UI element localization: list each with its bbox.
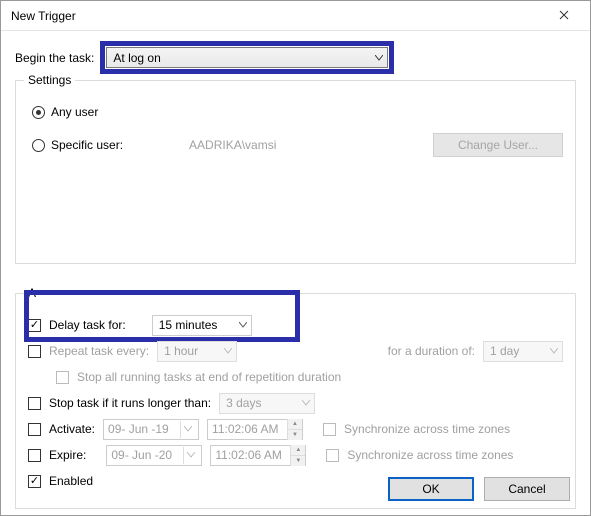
specific-user-label: Specific user: — [51, 138, 123, 152]
chevron-down-icon — [375, 55, 383, 61]
begin-task-label: Begin the task: — [15, 51, 94, 65]
delay-task-label: Delay task for: — [49, 318, 126, 332]
delay-task-dropdown[interactable]: 15 minutes — [152, 315, 252, 336]
activate-date-value: 09- Jun -19 — [108, 422, 169, 436]
new-trigger-dialog: New Trigger Begin the task: At log on Se… — [0, 0, 591, 516]
specific-user-radio[interactable] — [32, 139, 45, 152]
settings-groupbox: Settings Any user Specific user: AADRIKA… — [15, 80, 576, 264]
calendar-icon — [180, 421, 194, 438]
expire-time-input[interactable]: 11:02:06 AM ▲▼ — [210, 445, 306, 466]
stop-longer-value: 3 days — [226, 396, 261, 410]
expire-sync-checkbox[interactable] — [326, 449, 339, 462]
adv-legend-left: A — [28, 286, 36, 300]
activate-time-input[interactable]: 11:02:06 AM ▲▼ — [207, 419, 303, 440]
enabled-checkbox[interactable] — [28, 475, 41, 488]
delay-task-value: 15 minutes — [159, 318, 218, 332]
specific-user-value: AADRIKA\vamsi — [189, 138, 276, 152]
chevron-down-icon — [224, 348, 232, 354]
repeat-every-dropdown[interactable]: 1 hour — [157, 341, 237, 362]
repeat-every-value: 1 hour — [164, 344, 198, 358]
repeat-task-checkbox[interactable] — [28, 345, 41, 358]
expire-time-value: 11:02:06 AM — [215, 448, 282, 462]
activate-sync-checkbox[interactable] — [323, 423, 336, 436]
cancel-button[interactable]: Cancel — [484, 477, 570, 501]
duration-dropdown[interactable]: 1 day — [483, 341, 563, 362]
chevron-down-icon — [302, 400, 310, 406]
settings-legend: Settings — [24, 73, 75, 87]
time-spinner[interactable]: ▲▼ — [290, 445, 305, 466]
dialog-footer: OK Cancel — [388, 477, 570, 501]
begin-task-value: At log on — [113, 51, 160, 65]
expire-sync-label: Synchronize across time zones — [347, 448, 513, 462]
delay-task-checkbox[interactable] — [28, 319, 41, 332]
begin-task-dropdown[interactable]: At log on — [106, 47, 388, 68]
change-user-button[interactable]: Change User... — [433, 133, 563, 157]
chevron-down-icon — [239, 322, 247, 328]
activate-time-value: 11:02:06 AM — [212, 422, 279, 436]
expire-date-input[interactable]: 09- Jun -20 — [106, 445, 202, 466]
any-user-radio[interactable] — [32, 106, 45, 119]
any-user-label: Any user — [51, 105, 98, 119]
stop-all-checkbox[interactable] — [56, 371, 69, 384]
repeat-task-label: Repeat task every: — [49, 344, 149, 358]
activate-label: Activate: — [49, 422, 95, 436]
stop-longer-dropdown[interactable]: 3 days — [219, 393, 315, 414]
dialog-title: New Trigger — [11, 9, 76, 23]
stop-longer-label: Stop task if it runs longer than: — [49, 396, 211, 410]
highlight-begin-task: At log on — [100, 41, 394, 74]
close-button[interactable] — [544, 1, 584, 29]
dialog-content: Begin the task: At log on Settings Any u… — [1, 31, 590, 515]
activate-sync-label: Synchronize across time zones — [344, 422, 510, 436]
titlebar[interactable]: New Trigger — [1, 1, 590, 31]
expire-date-value: 09- Jun -20 — [111, 448, 172, 462]
duration-label: for a duration of: — [388, 344, 475, 358]
expire-label: Expire: — [49, 448, 86, 462]
expire-checkbox[interactable] — [28, 449, 41, 462]
activate-date-input[interactable]: 09- Jun -19 — [103, 419, 199, 440]
time-spinner[interactable]: ▲▼ — [287, 419, 302, 440]
stop-all-label: Stop all running tasks at end of repetit… — [77, 370, 341, 384]
chevron-down-icon — [550, 348, 558, 354]
calendar-icon — [183, 447, 197, 464]
activate-checkbox[interactable] — [28, 423, 41, 436]
ok-button[interactable]: OK — [388, 477, 474, 501]
stop-longer-checkbox[interactable] — [28, 397, 41, 410]
enabled-label: Enabled — [49, 474, 93, 488]
duration-value: 1 day — [490, 344, 519, 358]
